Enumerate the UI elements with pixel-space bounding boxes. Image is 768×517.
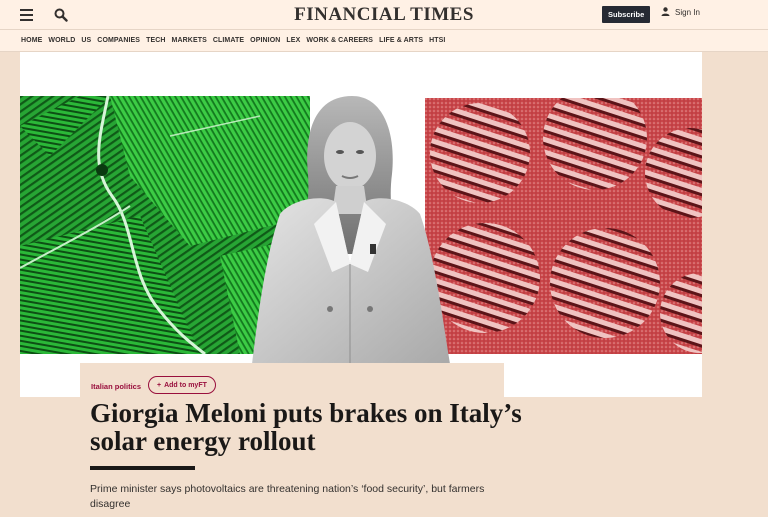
nav-item-tech[interactable]: TECH xyxy=(146,37,165,44)
subscribe-button[interactable]: Subscribe xyxy=(602,6,651,23)
nav-item-htsi[interactable]: HTSI xyxy=(429,37,445,44)
add-to-myft-button[interactable]: + Add to myFT xyxy=(148,376,216,394)
nav-item-world[interactable]: WORLD xyxy=(48,37,75,44)
article-standfirst: Prime minister says photovoltaics are th… xyxy=(90,483,485,510)
headline-rule xyxy=(90,466,195,470)
nav-item-opinion[interactable]: OPINION xyxy=(250,37,280,44)
hero-illustration xyxy=(20,52,702,397)
portrait-photo xyxy=(252,94,450,364)
plus-icon: + xyxy=(157,381,162,389)
nav-item-lex[interactable]: LEX xyxy=(286,37,300,44)
solar-panels-image xyxy=(425,98,702,354)
site-header: FINANCIAL TIMES Subscribe Sign In xyxy=(0,0,768,30)
nav-item-companies[interactable]: COMPANIES xyxy=(97,37,140,44)
nav-item-markets[interactable]: MARKETS xyxy=(172,37,207,44)
sign-in-link[interactable]: Sign In xyxy=(661,7,700,18)
nav-item-us[interactable]: US xyxy=(81,37,91,44)
sign-in-label: Sign In xyxy=(675,8,700,17)
main-navigation: HOME WORLD US COMPANIES TECH MARKETS CLI… xyxy=(0,30,768,52)
masthead-logo[interactable]: FINANCIAL TIMES xyxy=(0,4,768,26)
add-to-myft-label: Add to myFT xyxy=(164,381,207,389)
nav-item-home[interactable]: HOME xyxy=(21,37,42,44)
article-headline: Giorgia Meloni puts brakes on Italy’s so… xyxy=(90,398,522,456)
topic-tag[interactable]: Italian politics xyxy=(91,382,141,391)
article-meta-card: Italian politics + Add to myFT xyxy=(80,363,504,397)
nav-item-work-careers[interactable]: WORK & CAREERS xyxy=(306,37,373,44)
nav-item-climate[interactable]: CLIMATE xyxy=(213,37,244,44)
nav-item-life-arts[interactable]: LIFE & ARTS xyxy=(379,37,423,44)
user-icon xyxy=(661,7,670,18)
